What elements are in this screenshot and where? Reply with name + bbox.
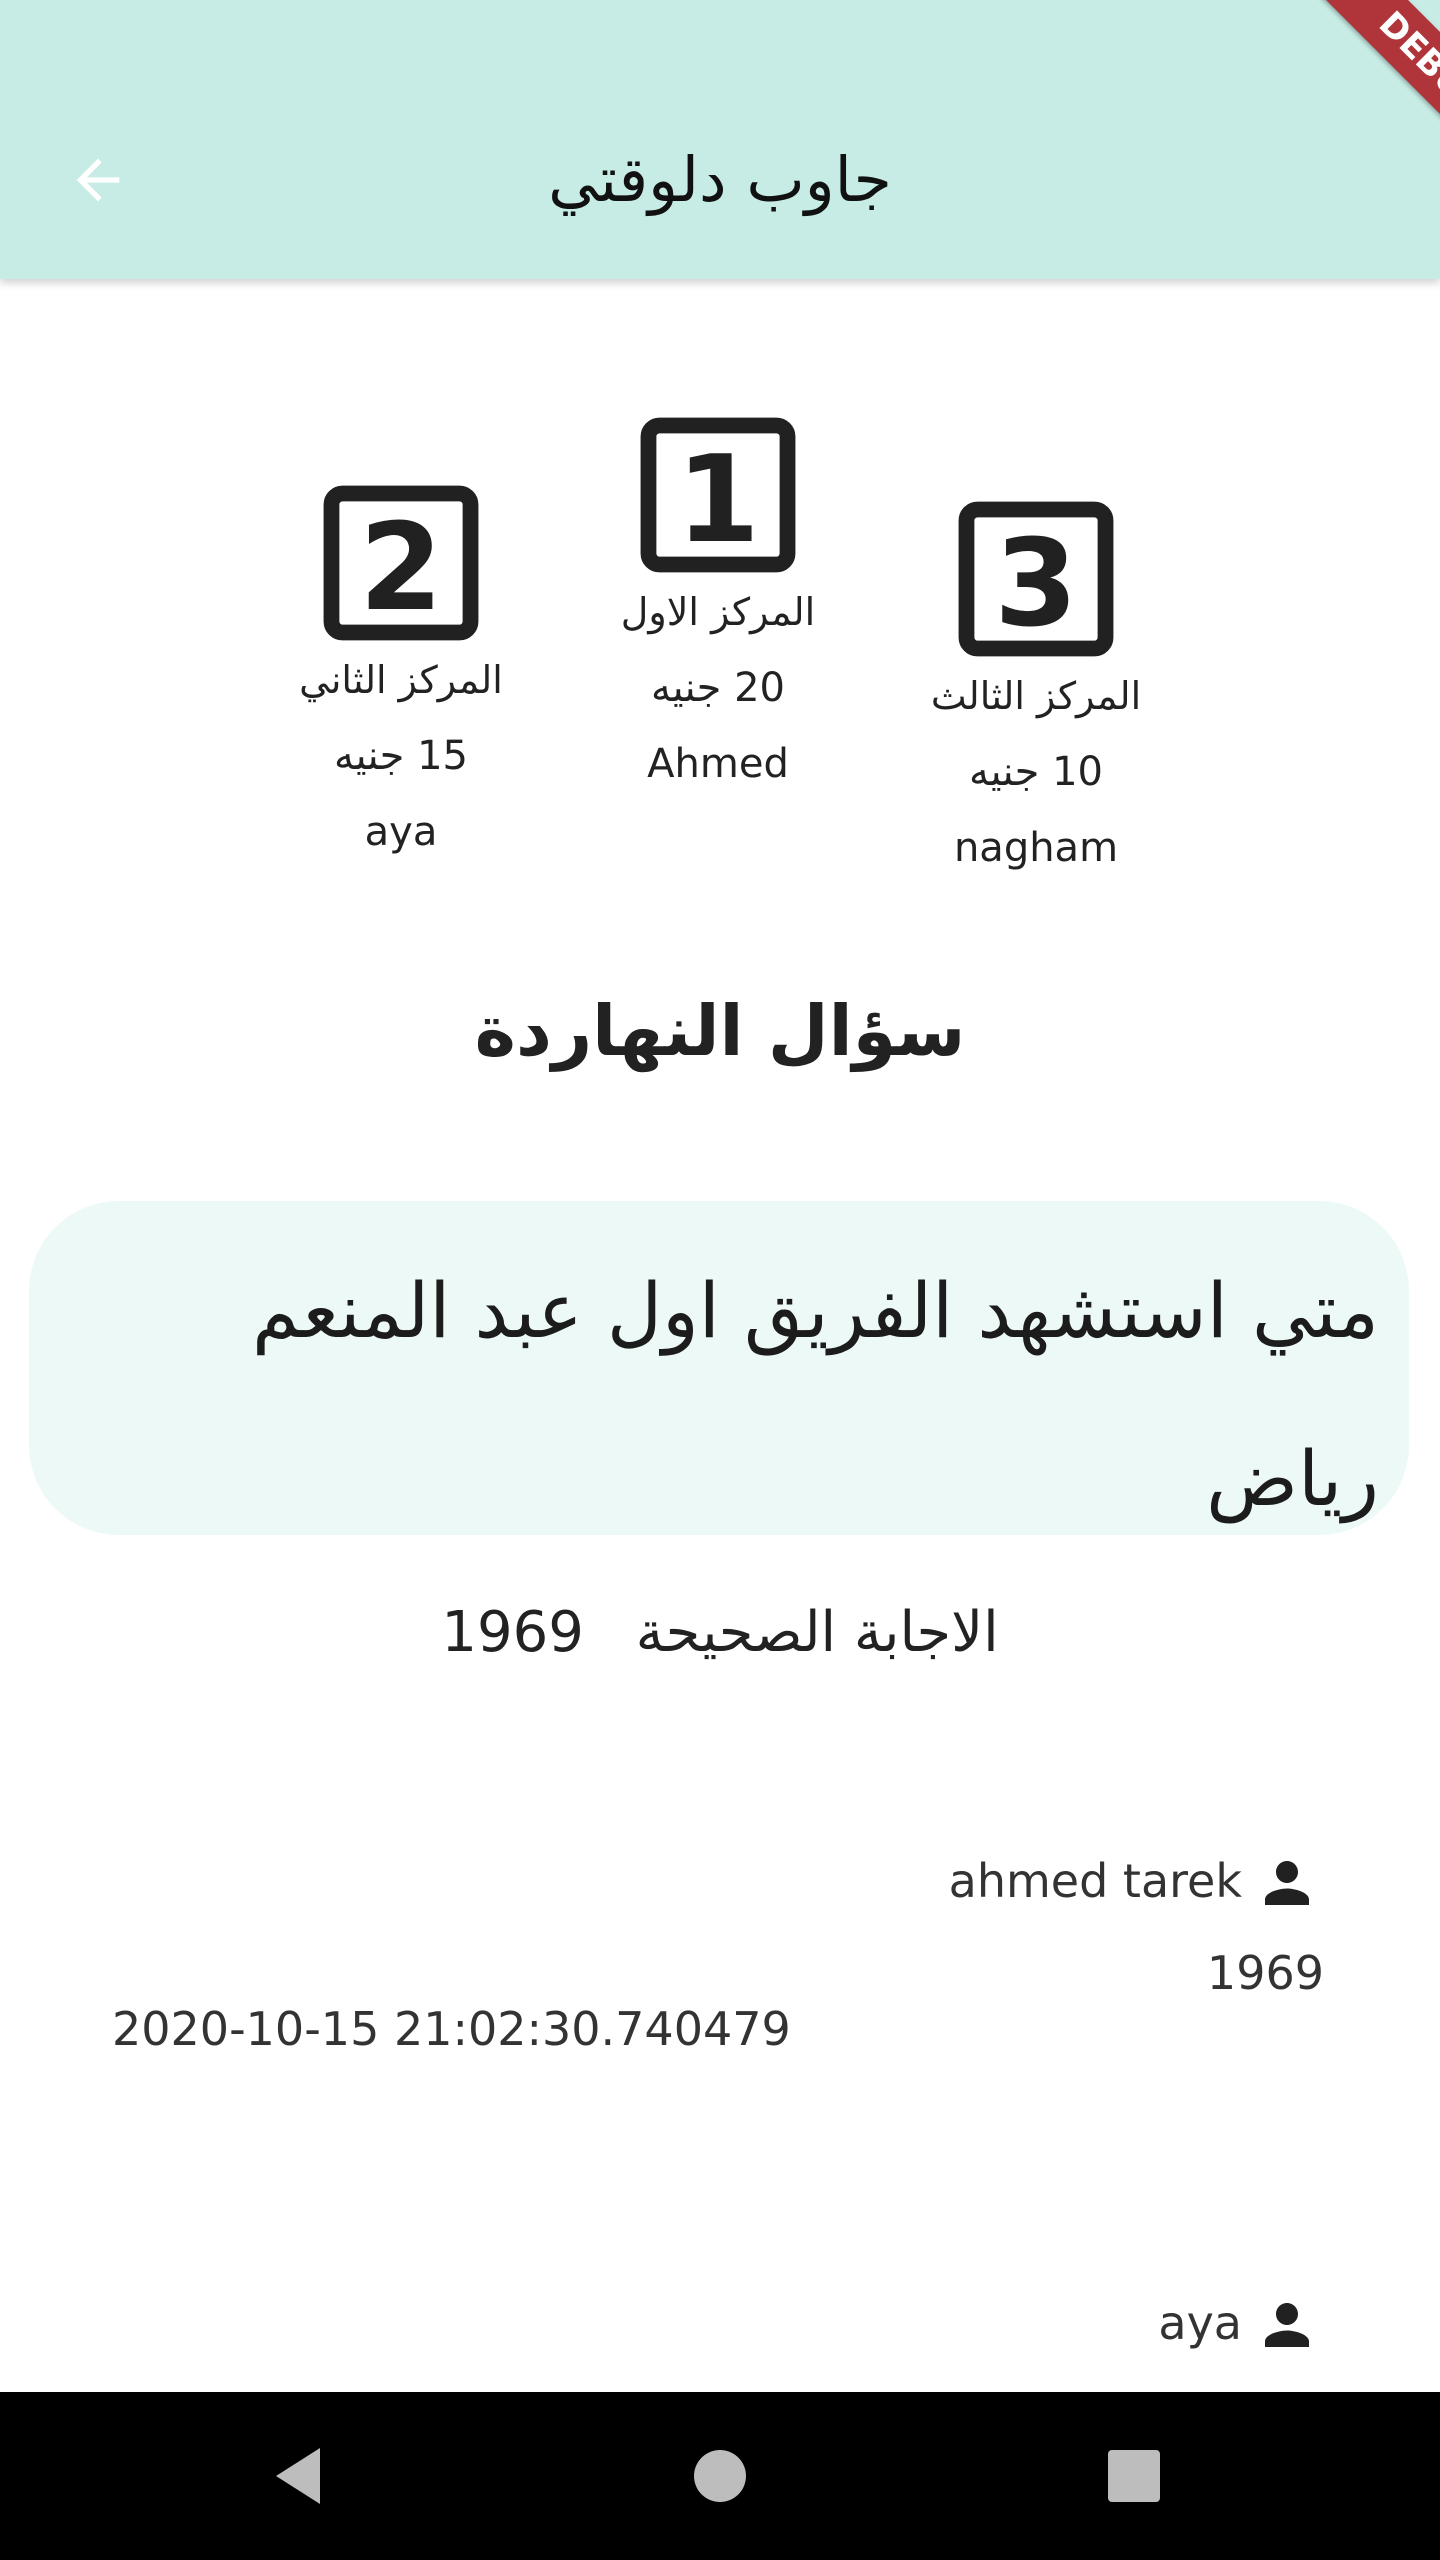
podium-place-label: المركز الثالث: [930, 674, 1142, 718]
rank-1-badge: 1: [640, 417, 796, 573]
nav-home-icon[interactable]: [680, 2436, 760, 2516]
rank-2-badge: 2: [323, 485, 479, 641]
question-card: متي استشهد الفريق اول عبد المنعم رياض: [29, 1201, 1409, 1535]
response-answer: 1969: [1206, 1946, 1324, 2000]
debug-label: DEBUG: [1298, 0, 1440, 199]
podium-third: 3 المركز الثالث 10 جنيه nagham: [906, 500, 1166, 886]
podium-winner: nagham: [953, 825, 1119, 871]
system-nav-bar: [0, 2392, 1440, 2560]
podium-prize: 15 جنيه: [334, 733, 468, 779]
podium-winner: Ahmed: [647, 741, 789, 787]
correct-answer-label: الاجابة الصحيحة: [635, 1600, 999, 1665]
response-timestamp: 2020-10-15 21:02:30.740479: [112, 2002, 791, 2056]
app-bar: جاوب دلوقتي: [0, 0, 1440, 279]
debug-banner: DEBUG: [1240, 0, 1440, 200]
daily-question-heading: سؤال النهاردة: [474, 990, 966, 1072]
svg-text:3: 3: [994, 515, 1078, 654]
nav-back-icon[interactable]: [260, 2436, 340, 2516]
response-user-name: aya: [1158, 2296, 1242, 2350]
person-icon: [1265, 2303, 1309, 2347]
nav-recents-icon[interactable]: [1094, 2436, 1174, 2516]
svg-text:1: 1: [676, 431, 760, 570]
rank-3-badge: 3: [958, 501, 1114, 657]
app-title: جاوب دلوقتي: [548, 143, 892, 216]
correct-answer: الاجابة الصحيحة 1969: [0, 1600, 1440, 1665]
podium-second: 2 المركز الثاني 15 جنيه aya: [271, 484, 531, 870]
podium-winner: aya: [364, 809, 438, 855]
response-user-name: ahmed tarek: [948, 1854, 1242, 1908]
podium-first: 1 المركز الاول 20 جنيه Ahmed: [588, 416, 848, 802]
svg-text:2: 2: [359, 499, 443, 638]
podium-place-label: المركز الاول: [620, 590, 816, 634]
correct-answer-value: 1969: [441, 1600, 584, 1665]
podium-prize: 10 جنيه: [969, 749, 1103, 795]
podium-place-label: المركز الثاني: [299, 658, 503, 702]
person-icon: [1265, 1861, 1309, 1905]
podium-prize: 20 جنيه: [651, 665, 785, 711]
question-text: متي استشهد الفريق اول عبد المنعم رياض: [251, 1266, 1379, 1523]
